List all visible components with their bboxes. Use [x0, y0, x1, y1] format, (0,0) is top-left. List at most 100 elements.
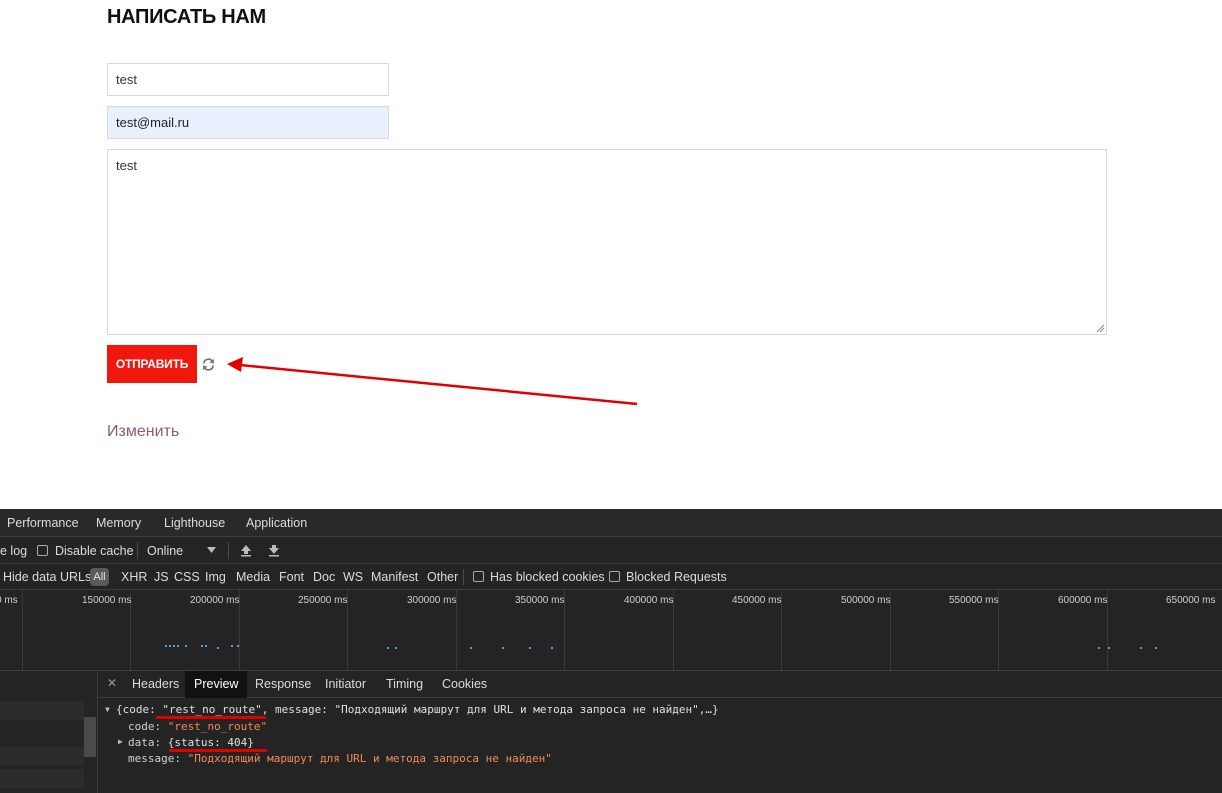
timeline-request-mark — [1108, 647, 1110, 649]
timeline-request-mark — [1140, 647, 1142, 649]
name-field[interactable]: test — [107, 63, 389, 96]
toolbar-divider — [137, 542, 138, 559]
timeline-gridline — [22, 590, 23, 670]
timeline-request-mark — [165, 645, 167, 647]
filter-divider — [463, 569, 464, 585]
preserve-log-label[interactable]: e log — [0, 544, 27, 558]
filter-font[interactable]: Font — [279, 570, 304, 584]
timeline-request-mark — [551, 647, 553, 649]
tab-headers[interactable]: Headers — [132, 677, 179, 691]
timeline-request-mark — [395, 647, 397, 649]
resize-grip-icon[interactable] — [1096, 324, 1105, 333]
tab-timing[interactable]: Timing — [386, 677, 423, 691]
has-blocked-cookies-checkbox[interactable] — [473, 571, 484, 582]
network-filter-bar: Hide data URLs All XHR JS CSS Img Media … — [0, 564, 1222, 590]
response-preview: ▼ {code: "rest_no_route", message: "Подх… — [99, 699, 1222, 793]
request-row[interactable] — [0, 701, 84, 720]
submit-button[interactable]: ОТПРАВИТЬ — [107, 345, 197, 383]
network-toolbar: e log Disable cache Online — [0, 537, 1222, 564]
refresh-icon — [202, 358, 215, 371]
filter-manifest[interactable]: Manifest — [371, 570, 418, 584]
timeline-request-mark — [185, 645, 187, 647]
chevron-down-icon[interactable] — [207, 547, 216, 554]
tab-cookies[interactable]: Cookies — [442, 677, 487, 691]
timeline-request-mark — [173, 645, 175, 647]
data-key: data: — [128, 736, 168, 749]
filter-img[interactable]: Img — [205, 570, 226, 584]
blocked-requests-checkbox[interactable] — [609, 571, 620, 582]
collapse-triangle-icon[interactable]: ▼ — [105, 705, 110, 714]
timeline-request-mark — [177, 645, 179, 647]
devtools-tabs: Performance Memory Lighthouse Applicatio… — [0, 509, 1222, 537]
timeline-tick: 600000 ms — [1058, 595, 1108, 606]
timeline-request-mark — [237, 645, 239, 647]
timeline-tick: 350000 ms — [515, 595, 565, 606]
has-blocked-cookies-label[interactable]: Has blocked cookies — [490, 570, 605, 584]
close-icon[interactable]: ✕ — [107, 676, 117, 690]
timeline-tick: 500000 ms — [841, 595, 891, 606]
annotation-underline — [156, 716, 266, 719]
timeline-tick: 550000 ms — [949, 595, 999, 606]
toolbar-divider — [228, 542, 229, 559]
message-textarea[interactable]: test — [107, 149, 1107, 335]
tab-performance[interactable]: Performance — [7, 516, 79, 530]
timeline-tick: 250000 ms — [298, 595, 348, 606]
code-value: "rest_no_route" — [167, 720, 268, 733]
annotation-underline — [169, 749, 267, 752]
request-row[interactable] — [0, 769, 84, 788]
timeline-tick: 650000 ms — [1166, 595, 1216, 606]
request-detail-tabs: ✕ Headers Preview Response Initiator Tim… — [99, 671, 1222, 698]
timeline-request-mark — [1098, 647, 1100, 649]
timeline-request-mark — [201, 645, 203, 647]
filter-other[interactable]: Other — [427, 570, 458, 584]
filter-media[interactable]: Media — [236, 570, 270, 584]
tab-initiator[interactable]: Initiator — [325, 677, 366, 691]
tab-lighthouse[interactable]: Lighthouse — [164, 516, 225, 530]
filter-js[interactable]: JS — [154, 570, 169, 584]
tab-memory[interactable]: Memory — [96, 516, 141, 530]
email-field[interactable]: test@mail.ru — [107, 106, 389, 139]
filter-css[interactable]: CSS — [174, 570, 200, 584]
code-key: code: — [128, 720, 168, 733]
message-key: message: — [128, 752, 188, 765]
timeline-request-mark — [502, 647, 504, 649]
timeline-request-mark — [205, 645, 207, 647]
request-row[interactable] — [0, 746, 84, 765]
message-text: test — [116, 158, 137, 173]
timeline-tick: 150000 ms — [82, 595, 132, 606]
download-icon[interactable] — [268, 544, 280, 557]
timeline-tick: 450000 ms — [732, 595, 782, 606]
filter-doc[interactable]: Doc — [313, 570, 335, 584]
tab-application[interactable]: Application — [246, 516, 307, 530]
preview-data-line[interactable]: data: {status: 404} — [128, 736, 254, 749]
timeline-request-mark — [1155, 647, 1157, 649]
summary-open: {code: — [116, 703, 163, 716]
summary-code: "rest_no_route" — [162, 703, 262, 716]
edit-link[interactable]: Изменить — [107, 423, 179, 441]
disable-cache-label[interactable]: Disable cache — [55, 544, 134, 558]
filter-ws[interactable]: WS — [343, 570, 363, 584]
tab-response[interactable]: Response — [255, 677, 311, 691]
summary-rest: , message: "Подходящий маршрут для URL и… — [261, 703, 719, 716]
timeline-request-mark — [387, 647, 389, 649]
request-list[interactable] — [0, 671, 98, 793]
upload-icon[interactable] — [240, 544, 252, 557]
timeline-request-mark — [169, 645, 171, 647]
hide-data-urls-label[interactable]: Hide data URLs — [3, 570, 91, 584]
data-value: {status: 404} — [167, 736, 254, 749]
preview-summary-line[interactable]: {code: "rest_no_route", message: "Подход… — [116, 703, 719, 716]
devtools-panel: Performance Memory Lighthouse Applicatio… — [0, 509, 1222, 793]
disable-cache-checkbox[interactable] — [37, 545, 48, 556]
tab-preview[interactable]: Preview — [185, 671, 248, 698]
filter-xhr[interactable]: XHR — [121, 570, 147, 584]
expand-triangle-icon[interactable]: ▶ — [118, 737, 123, 746]
throttle-select[interactable]: Online — [147, 544, 183, 558]
preview-code-line: code: "rest_no_route" — [128, 720, 267, 733]
filter-all[interactable]: All — [90, 568, 109, 586]
timeline-request-mark — [231, 645, 233, 647]
request-list-scrollbar[interactable] — [84, 717, 96, 757]
timeline-tick: 400000 ms — [624, 595, 674, 606]
blocked-requests-label[interactable]: Blocked Requests — [626, 570, 727, 584]
timeline-tick: 0 ms — [0, 595, 18, 606]
network-timeline[interactable]: 0 ms 150000 ms 200000 ms 250000 ms 30000… — [0, 590, 1222, 670]
